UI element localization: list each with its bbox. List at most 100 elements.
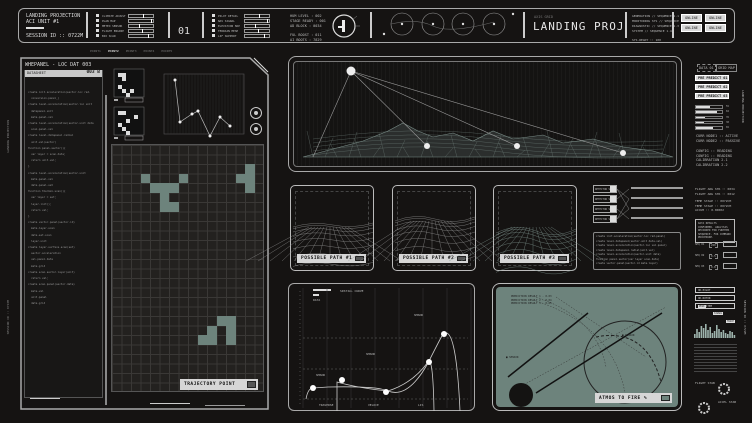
level-fill bbox=[696, 111, 718, 113]
status-line: CURR NODE2 :: PASSIVE bbox=[696, 139, 741, 143]
slider-row: LIF SUPPORT bbox=[212, 34, 270, 39]
seq-digits bbox=[723, 241, 737, 247]
level-bar: 65 bbox=[695, 126, 729, 130]
ok-button[interactable]: OK.PILOT bbox=[695, 287, 735, 293]
slider[interactable] bbox=[244, 24, 270, 28]
map-cell bbox=[226, 325, 236, 335]
vertical-label: LANDING PROJECTION bbox=[741, 90, 745, 123]
sequence-row: SEQ 02 0.5 bbox=[695, 252, 737, 259]
prediction-labels: PREDICTION RESULT 1 - 0.03 PREDICTION RES… bbox=[511, 295, 552, 306]
tab-5[interactable]: POINT5 bbox=[161, 49, 172, 53]
path-label-text: POSSIBLE PATH #1 bbox=[301, 256, 353, 261]
path-label: POSSIBLE PATH #3 bbox=[500, 254, 569, 263]
vertical-label: SESSION ID :: 0722M bbox=[743, 300, 747, 335]
slider[interactable] bbox=[128, 34, 154, 38]
detector-set[interactable]: DETECTOR SET bbox=[593, 185, 617, 193]
level-bar: 30 bbox=[695, 120, 729, 125]
tab-3[interactable]: POINT3 bbox=[126, 49, 137, 53]
node-line: CALIBRATION 2.1 bbox=[696, 158, 728, 162]
ok-label: OK.PILOT bbox=[698, 289, 711, 292]
path-label: POSSIBLE PATH #1 bbox=[297, 254, 366, 263]
seq-digits bbox=[723, 252, 737, 258]
stat-line: ACCUM :: 0.00002 bbox=[695, 208, 724, 212]
status-list: CURR NODE1 :: ACTIVE CURR NODE2 :: PASSIV… bbox=[696, 134, 740, 144]
divider bbox=[672, 12, 674, 38]
detector-set[interactable]: DETECTOR SET bbox=[593, 205, 617, 213]
slider[interactable] bbox=[128, 29, 154, 33]
detector-set[interactable]: DETECTOR SET bbox=[593, 195, 617, 203]
level-value: 35 bbox=[726, 115, 730, 119]
divider bbox=[26, 27, 44, 29]
seq-value: 220 bbox=[709, 243, 718, 248]
stat-line: AI BOOTS : 7829 bbox=[290, 38, 322, 42]
header-stats: HUM LEVEL : 002 STAGE READY : 001 AD BLOCK… bbox=[290, 14, 326, 43]
stat-line: FLIGHT ANG STR :: 0034 bbox=[695, 187, 735, 191]
predict-button[interactable]: PRE PREDICT 01 bbox=[695, 75, 729, 81]
predict-button[interactable]: PRE PREDICT 03 bbox=[695, 93, 729, 99]
online-button[interactable]: ONLINE bbox=[681, 24, 702, 32]
slider-group-b: PILOT DETAIL NAV SIGNAL ELEVATION MAP TERRA… bbox=[212, 14, 270, 39]
gauge-icons bbox=[250, 107, 262, 135]
tab-2[interactable]: POINT2 bbox=[108, 49, 119, 53]
slider[interactable] bbox=[128, 14, 154, 18]
map-cell bbox=[178, 173, 188, 183]
predict-button[interactable]: PRE PREDICT 02 bbox=[695, 84, 729, 90]
scrollbar[interactable] bbox=[105, 95, 107, 405]
code-line: create level.acceleration(sector.unit bbox=[28, 171, 86, 175]
brand-title: LANDING PROJ bbox=[533, 20, 625, 33]
map-cell bbox=[140, 173, 150, 183]
label-swatch bbox=[558, 256, 567, 261]
brand-meta: AXIS bbox=[534, 15, 543, 19]
seq-digits bbox=[723, 263, 737, 269]
online-button[interactable]: ONLINE bbox=[705, 14, 726, 22]
status-dot bbox=[96, 29, 99, 32]
code-header: DATASHEET 003 B bbox=[25, 70, 102, 77]
vertical-label: LANDING PROJECTION bbox=[6, 120, 10, 153]
ok-button[interactable]: OK.ROTOR bbox=[695, 295, 735, 301]
chart-note: SENSOR bbox=[414, 314, 424, 317]
slider[interactable] bbox=[128, 24, 154, 28]
x-label: LIS bbox=[418, 403, 424, 407]
notice-box: DATA RESULTS CONFIRMED. ANALYSIS RECORDE… bbox=[695, 219, 735, 243]
sequence-row: SEQ 03 0.8 bbox=[695, 263, 737, 270]
tab-1[interactable]: POINT1 bbox=[90, 49, 101, 53]
divider bbox=[168, 12, 170, 38]
slider-label: TERRAIN MESH bbox=[218, 29, 239, 33]
tab-4[interactable]: POINT4 bbox=[144, 49, 155, 53]
divider bbox=[523, 12, 525, 38]
stat-line: AD BLOCK : 0034 bbox=[290, 24, 322, 28]
online-button[interactable]: ONLINE bbox=[681, 14, 702, 22]
online-button[interactable]: ONLINE bbox=[705, 24, 726, 32]
dial-icon bbox=[332, 14, 360, 38]
path-label-text: POSSIBLE PATH #3 bbox=[504, 256, 556, 261]
path-label-text: POSSIBLE PATH #2 bbox=[403, 256, 455, 261]
slider[interactable] bbox=[244, 14, 270, 18]
predict-label: PRE PREDICT 02 bbox=[698, 85, 728, 89]
level-bar: 35 bbox=[695, 115, 729, 120]
code-id: 003 B bbox=[86, 70, 100, 75]
level-value: 55 bbox=[726, 105, 730, 108]
slider-label: LIF SUPPORT bbox=[218, 34, 237, 38]
slider[interactable] bbox=[244, 29, 270, 33]
level-value: 82 bbox=[726, 110, 730, 114]
button-label: ONLINE bbox=[685, 26, 698, 30]
seq-label: SEQ 01 bbox=[695, 243, 705, 246]
slider[interactable] bbox=[244, 34, 270, 38]
slider[interactable] bbox=[244, 19, 270, 23]
x-label: VELOCE bbox=[368, 403, 379, 407]
terrain-map[interactable] bbox=[111, 144, 264, 392]
detector-set[interactable]: DETECTOR SET bbox=[593, 215, 617, 223]
terrain-wireframe bbox=[302, 66, 674, 159]
slider-group-a: CLIMATE ADJUST PLAN MAP METEO SENSOR FLIGHT… bbox=[96, 14, 154, 39]
level-bar: 55 bbox=[695, 105, 729, 109]
button-label: ONLINE bbox=[685, 16, 698, 20]
seq-label: SEQ 03 bbox=[695, 265, 705, 268]
divider bbox=[202, 12, 204, 38]
path-label: POSSIBLE PATH #2 bbox=[399, 254, 468, 263]
brand-meta: GRID bbox=[544, 15, 553, 19]
counter: 01 bbox=[178, 26, 191, 37]
slider[interactable] bbox=[128, 19, 154, 23]
button-label: ONLINE bbox=[709, 26, 722, 30]
map-cell bbox=[207, 325, 217, 335]
tag: GRID MAP bbox=[716, 64, 737, 72]
